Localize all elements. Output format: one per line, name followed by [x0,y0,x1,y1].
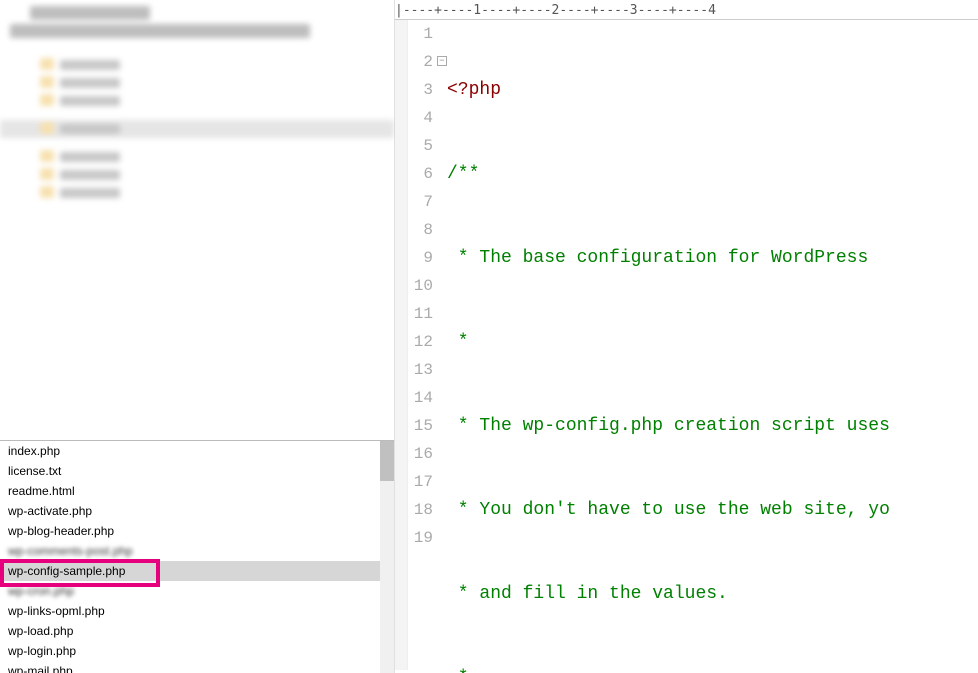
list-item[interactable]: wp-mail.php [0,661,394,673]
list-item[interactable]: license.txt [0,461,394,481]
list-item[interactable]: readme.html [0,481,394,501]
scrollbar-thumb[interactable] [380,441,394,481]
list-item[interactable]: index.php [0,441,394,461]
list-item[interactable]: wp-links-opml.php [0,601,394,621]
list-item[interactable]: wp-blog-header.php [0,521,394,541]
list-item[interactable]: wp-load.php [0,621,394,641]
left-pane: index.php license.txt readme.html wp-act… [0,0,395,673]
editor-pane: |----+----1----+----2----+----3----+----… [395,0,978,673]
list-item[interactable]: wp-cron.php [0,581,394,601]
folder-tree-blurred [0,0,394,440]
code-editor[interactable]: 1 2 3 4 5 6 7 8 9 10 11 12 13 14 15 16 1… [395,20,978,670]
list-item[interactable]: wp-activate.php [0,501,394,521]
list-item-selected[interactable]: wp-config-sample.php [0,561,394,581]
app-root: index.php license.txt readme.html wp-act… [0,0,978,673]
ruler: |----+----1----+----2----+----3----+----… [395,0,978,20]
list-item[interactable]: wp-comments-post.php [0,541,394,561]
list-item[interactable]: wp-login.php [0,641,394,661]
file-list[interactable]: index.php license.txt readme.html wp-act… [0,440,394,673]
fold-toggle-icon[interactable]: − [437,56,447,66]
line-number-gutter: 1 2 3 4 5 6 7 8 9 10 11 12 13 14 15 16 1… [395,20,441,552]
code-area[interactable]: <?php /** * The base configuration for W… [447,20,978,673]
